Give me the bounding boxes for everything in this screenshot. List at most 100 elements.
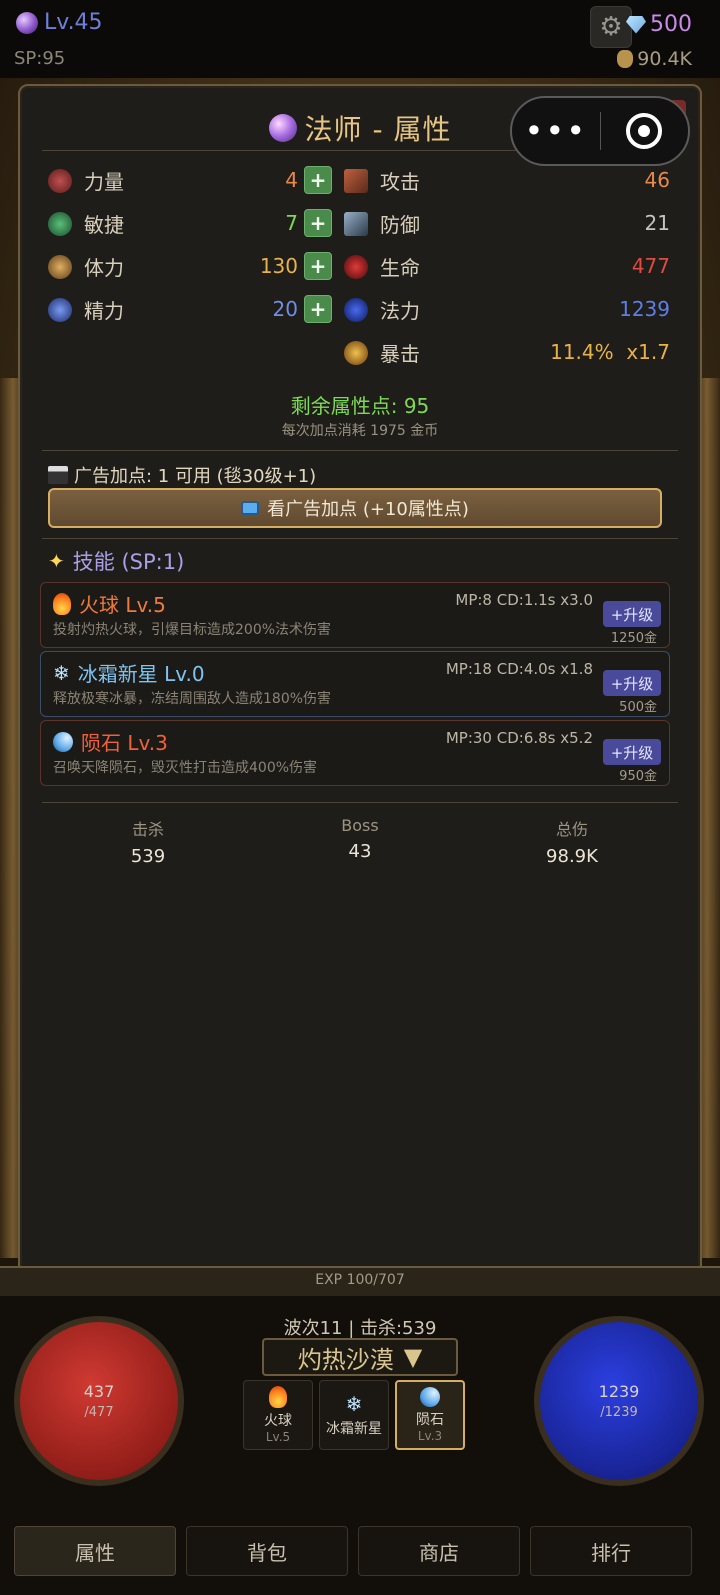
skill-name: 陨石 Lv.3 <box>53 727 168 756</box>
bottom-tab-bar: 属性 背包 商店 排行 <box>0 1526 720 1576</box>
skill-stats: MP:30 CD:6.8s x5.2 <box>445 729 593 747</box>
skill-points-text: SP:95 <box>14 48 66 69</box>
target-circle-icon <box>626 113 663 149</box>
upgrade-meteor-button[interactable]: +升级 <box>603 739 661 765</box>
skill-description: 召唤天降陨石，毁灭性打击造成400%伤害 <box>53 760 318 776</box>
stat-label: 敏捷 <box>84 213 124 237</box>
tab-leaderboard[interactable]: 排行 <box>530 1526 692 1576</box>
upgrade-frost-nova-button[interactable]: +升级 <box>603 670 661 696</box>
exit-miniprogram-button[interactable] <box>600 113 688 149</box>
diamond-icon <box>626 15 646 34</box>
skill-name-text: 冰霜新星 Lv.0 <box>77 662 205 686</box>
stat-row-strength: 力量 <box>48 166 124 195</box>
miniprogram-capsule: ••• <box>510 96 690 166</box>
stat-row-agility: 敏捷 <box>48 209 124 238</box>
exp-text: EXP 100/707 <box>315 1272 405 1288</box>
stat-label: 法力 <box>380 299 420 323</box>
meteor-icon <box>53 731 73 752</box>
summary-kills: 击杀 539 <box>42 816 254 867</box>
fire-icon <box>53 592 71 615</box>
tab-attributes[interactable]: 属性 <box>14 1526 176 1576</box>
mana-gem-icon <box>344 297 368 322</box>
ad-points-text: 广告加点: 1 可用 (毯30级+1) <box>74 466 317 487</box>
exp-bar: EXP 100/707 <box>0 1266 720 1296</box>
crystal-ball-icon <box>268 114 297 142</box>
mp-current: 1239 <box>598 1382 640 1401</box>
clapperboard-icon <box>48 466 68 484</box>
stat-label: 攻击 <box>380 170 420 194</box>
skill-name-text: 火球 Lv.5 <box>79 593 166 617</box>
stat-label: 体力 <box>84 256 124 280</box>
skill-slot-level: Lv.5 <box>265 1430 291 1444</box>
stat-label: 生命 <box>380 256 420 280</box>
skill-slot-name: 冰霜新星 <box>326 1421 382 1437</box>
tab-inventory[interactable]: 背包 <box>186 1526 348 1576</box>
add-vitality-button[interactable]: + <box>304 252 332 280</box>
summary-value: 43 <box>348 841 372 862</box>
divider <box>42 450 678 451</box>
stat-row-mana: 法力 <box>344 295 420 324</box>
heart-gem-icon <box>344 254 368 279</box>
battle-summary: 击杀 539 Boss 43 总伤 98.9K <box>42 816 678 867</box>
vitality-value: 130 <box>259 254 298 278</box>
add-agility-button[interactable]: + <box>304 209 332 237</box>
skill-slot-name: 陨石 <box>416 1412 444 1428</box>
hp-current: 437 <box>83 1382 115 1401</box>
stat-label: 精力 <box>84 299 124 323</box>
zone-selector[interactable]: 灼热沙漠 ▼ <box>262 1338 458 1376</box>
meteor-icon <box>420 1387 440 1407</box>
strength-value: 4 <box>285 168 298 192</box>
stat-row-attack: 攻击 <box>344 166 420 195</box>
strength-icon <box>48 168 72 193</box>
skill-description: 投射灼热火球，引爆目标造成200%法术伤害 <box>53 622 332 638</box>
crit-icon <box>344 340 368 365</box>
summary-damage: 总伤 98.9K <box>466 816 678 867</box>
chevron-down-icon: ▼ <box>403 1343 423 1371</box>
skill-slot-name: 火球 <box>264 1413 292 1429</box>
skill-name-text: 陨石 Lv.3 <box>81 731 168 755</box>
watch-ad-button[interactable]: 看广告加点 (+10属性点) <box>48 488 662 528</box>
gold-counter: 90.4K <box>617 48 692 70</box>
attack-value: 46 <box>644 168 670 192</box>
skill-slot-frost-nova[interactable]: ❄ 冰霜新星 <box>319 1380 389 1450</box>
more-dots-icon: ••• <box>524 112 588 150</box>
gem-counter: 500 <box>626 12 692 37</box>
skill-name: ❄ 冰霜新星 Lv.0 <box>53 658 205 687</box>
more-menu-button[interactable]: ••• <box>512 112 600 150</box>
stat-label: 暴击 <box>380 342 420 366</box>
skill-card-fireball: 火球 Lv.5 投射灼热火球，引爆目标造成200%法术伤害 MP:8 CD:1.… <box>40 582 670 648</box>
skills-header: ✦ 技能 (SP:1) <box>48 546 184 576</box>
add-energy-button[interactable]: + <box>304 295 332 323</box>
panel-title-text: 法师 - 属性 <box>304 113 452 146</box>
energy-icon <box>48 297 72 322</box>
snowflake-icon: ❄ <box>53 660 70 685</box>
energy-value: 20 <box>272 297 298 321</box>
summary-label: 总伤 <box>555 820 588 839</box>
upgrade-fireball-button[interactable]: +升级 <box>603 601 661 627</box>
stat-row-vitality: 体力 <box>48 252 124 281</box>
shield-icon <box>344 211 368 236</box>
defense-value: 21 <box>644 211 670 235</box>
snowflake-icon: ❄ <box>345 1392 363 1416</box>
agility-value: 7 <box>285 211 298 235</box>
tv-icon <box>241 501 260 515</box>
stat-row-crit: 暴击 <box>344 338 420 367</box>
add-strength-button[interactable]: + <box>304 166 332 194</box>
mana-orb: 1239 /1239 <box>534 1316 704 1486</box>
tab-shop[interactable]: 商店 <box>358 1526 520 1576</box>
skill-slot-meteor[interactable]: 陨石 Lv.3 <box>395 1380 465 1450</box>
zone-name: 灼热沙漠 <box>297 1345 394 1374</box>
gem-count: 500 <box>650 12 692 37</box>
skill-description: 释放极寒冰暴，冻结周围敌人造成180%伤害 <box>53 691 332 707</box>
point-cost-note: 每次加点消耗 1975 金币 <box>281 423 439 439</box>
skill-slot-fireball[interactable]: 火球 Lv.5 <box>243 1380 313 1450</box>
upgrade-cost: 500金 <box>619 700 657 715</box>
vitality-icon <box>48 254 72 279</box>
crit-value: 11.4% x1.7 <box>550 340 670 364</box>
divider <box>42 538 678 539</box>
stat-row-energy: 精力 <box>48 295 124 324</box>
fire-icon <box>269 1386 287 1408</box>
remaining-points: 剩余属性点: 95 <box>290 394 430 418</box>
life-value: 477 <box>631 254 670 278</box>
mana-value: 1239 <box>619 297 670 321</box>
